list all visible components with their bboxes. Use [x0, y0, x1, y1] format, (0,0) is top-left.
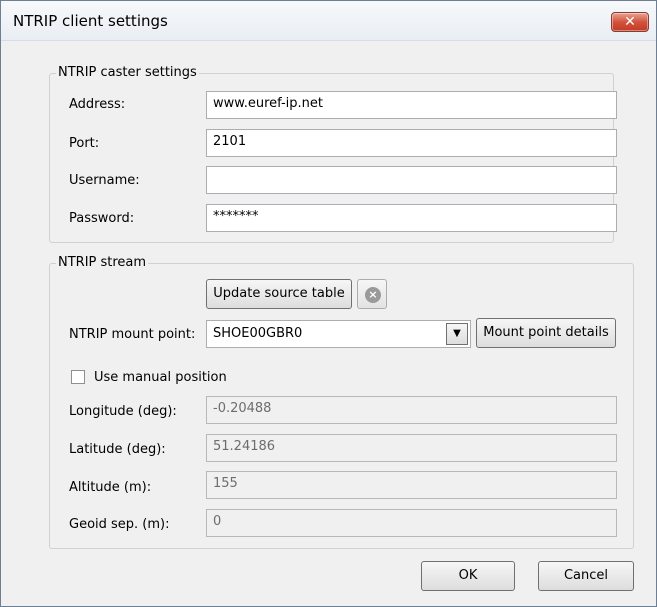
port-field[interactable]: 2101 — [206, 129, 617, 157]
username-field[interactable] — [206, 166, 617, 194]
title-bar[interactable]: NTRIP client settings ✕ — [1, 1, 656, 41]
mount-point-details-button[interactable]: Mount point details — [476, 318, 616, 348]
geoid-separation-label: Geoid sep. (m): — [69, 517, 170, 532]
latitude-label: Latitude (deg): — [69, 442, 166, 457]
address-field[interactable]: www.euref-ip.net — [206, 91, 617, 119]
cancel-update-button[interactable]: × — [357, 279, 387, 309]
mount-point-label: NTRIP mount point: — [69, 327, 196, 342]
mount-point-value: SHOE00GBR0 — [213, 326, 303, 341]
password-field[interactable]: ******* — [206, 204, 617, 232]
close-button[interactable]: ✕ — [611, 12, 649, 32]
altitude-label: Altitude (m): — [69, 480, 152, 495]
cancel-circle-icon: × — [365, 287, 381, 303]
stream-group-label: NTRIP stream — [56, 255, 149, 270]
manual-position-checkbox[interactable] — [71, 370, 85, 384]
caster-group-label: NTRIP caster settings — [56, 65, 199, 80]
port-label: Port: — [69, 136, 100, 151]
longitude-field[interactable]: -0.20488 — [206, 396, 617, 424]
chevron-down-icon[interactable]: ▼ — [446, 323, 468, 345]
ok-button[interactable]: OK — [421, 561, 515, 591]
window-title: NTRIP client settings — [13, 12, 168, 30]
manual-position-label[interactable]: Use manual position — [94, 370, 227, 385]
update-source-table-button[interactable]: Update source table — [206, 279, 352, 309]
close-icon: ✕ — [624, 14, 636, 30]
address-label: Address: — [69, 97, 126, 112]
password-label: Password: — [69, 211, 135, 226]
latitude-field[interactable]: 51.24186 — [206, 434, 617, 462]
mount-point-dropdown[interactable]: SHOE00GBR0 ▼ — [206, 320, 471, 348]
username-label: Username: — [69, 173, 140, 188]
geoid-separation-field[interactable]: 0 — [206, 509, 617, 537]
dialog-window: NTRIP client settings ✕ NTRIP caster set… — [0, 0, 657, 607]
longitude-label: Longitude (deg): — [69, 404, 177, 419]
cancel-button[interactable]: Cancel — [538, 561, 634, 591]
altitude-field[interactable]: 155 — [206, 471, 617, 499]
